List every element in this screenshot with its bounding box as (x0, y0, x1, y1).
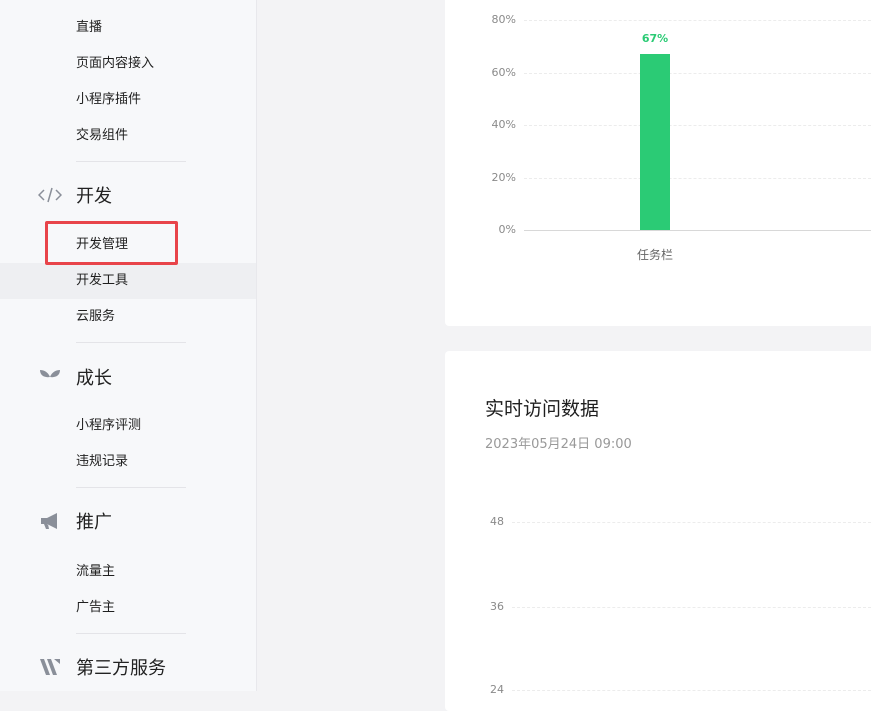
x-axis-line (524, 230, 871, 231)
services-icon (38, 657, 62, 677)
section-title: 开发 (76, 186, 112, 207)
section-promotion[interactable]: 推广 (38, 509, 112, 533)
y-tick-label: 60% (491, 65, 516, 79)
sidebar: 直播 页面内容接入 小程序插件 交易组件 开发 开发管理 开发工具 云服务 成长… (0, 0, 257, 691)
bar-data-label: 67% (641, 32, 669, 46)
megaphone-icon (38, 511, 62, 531)
y-tick-label: 20% (491, 170, 516, 184)
x-category-label: 任务栏 (636, 248, 673, 262)
divider (76, 342, 186, 343)
divider (76, 633, 186, 634)
section-title: 成长 (76, 368, 112, 389)
gridline (524, 125, 871, 126)
section-growth[interactable]: 成长 (38, 365, 112, 389)
section-develop[interactable]: 开发 (38, 183, 112, 207)
gridline (512, 522, 871, 523)
sidebar-item-evaluation[interactable]: 小程序评测 (76, 418, 141, 434)
code-icon (38, 185, 62, 205)
sidebar-item-page-content[interactable]: 页面内容接入 (76, 56, 154, 72)
sidebar-item-dev-tools[interactable]: 开发工具 (76, 273, 128, 289)
y-tick-label: 0% (498, 223, 516, 236)
gridline (512, 607, 871, 608)
card-timestamp: 2023年05月24日 09:00 (485, 437, 632, 452)
sidebar-item-live[interactable]: 直播 (76, 20, 102, 36)
y-tick-label: 40% (491, 118, 516, 131)
y-tick-label: 48 (490, 515, 504, 528)
gridline (524, 177, 871, 179)
section-third-party[interactable]: 第三方服务 (38, 655, 166, 679)
card-title: 实时访问数据 (485, 398, 600, 420)
divider (76, 487, 186, 488)
bar[interactable] (640, 54, 670, 230)
y-tick-label: 24 (490, 683, 504, 696)
section-title: 推广 (76, 512, 112, 533)
sprout-icon (38, 367, 62, 387)
divider (76, 161, 186, 162)
sidebar-item-advertiser[interactable]: 广告主 (76, 600, 115, 616)
section-title: 第三方服务 (76, 658, 166, 679)
gridline (524, 72, 871, 74)
y-tick-label: 36 (490, 600, 504, 613)
sidebar-item-violations[interactable]: 违规记录 (76, 454, 128, 470)
gridline (524, 20, 871, 21)
sidebar-item-plugins[interactable]: 小程序插件 (76, 92, 141, 108)
sidebar-item-traffic-owner[interactable]: 流量主 (76, 564, 115, 580)
sidebar-item-cloud-service[interactable]: 云服务 (76, 309, 115, 325)
sidebar-item-trade-component[interactable]: 交易组件 (76, 128, 128, 144)
highlight-box (45, 221, 178, 265)
y-tick-label: 80% (491, 13, 516, 26)
